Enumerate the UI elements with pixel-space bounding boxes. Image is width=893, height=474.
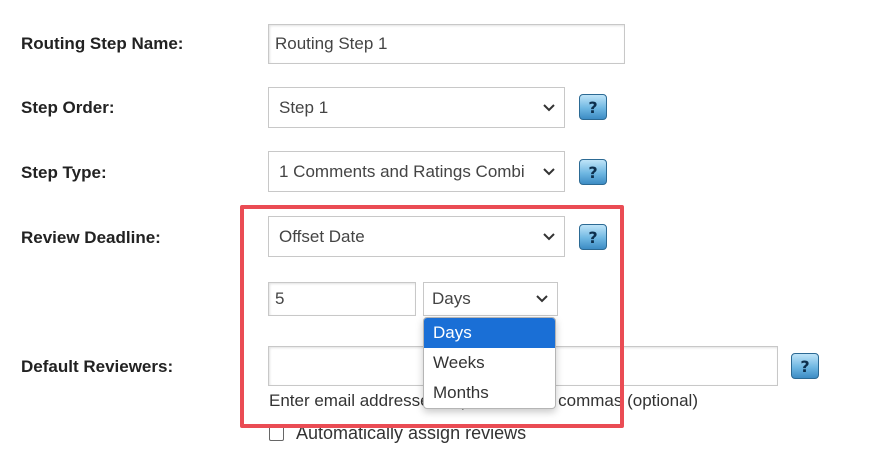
offset-amount-input[interactable]: 5 (268, 282, 416, 316)
step-order-label: Step Order: (21, 98, 115, 117)
offset-unit-dropdown-list: Days Weeks Months (423, 317, 556, 409)
auto-assign-row[interactable]: Automatically assign reviews (269, 423, 526, 444)
chevron-down-icon (543, 167, 555, 175)
auto-assign-label: Automatically assign reviews (296, 423, 527, 443)
review-deadline-select[interactable]: Offset Date (268, 216, 565, 257)
auto-assign-checkbox[interactable] (269, 426, 284, 441)
step-order-help-button[interactable]: ? (579, 94, 607, 120)
routing-step-name-input[interactable]: Routing Step 1 (268, 24, 625, 64)
default-reviewers-help-button[interactable]: ? (791, 353, 819, 379)
chevron-down-icon (536, 295, 548, 303)
step-type-label: Step Type: (21, 163, 107, 182)
chevron-down-icon (543, 232, 555, 240)
review-deadline-value: Offset Date (279, 226, 365, 246)
step-type-value: 1 Comments and Ratings Combi (279, 161, 525, 181)
offset-unit-select[interactable]: Days (423, 282, 558, 316)
offset-unit-option-months[interactable]: Months (424, 378, 555, 408)
offset-unit-value: Days (432, 289, 471, 308)
offset-unit-option-weeks[interactable]: Weeks (424, 348, 555, 378)
step-type-help-button[interactable]: ? (579, 159, 607, 185)
step-order-value: Step 1 (279, 97, 329, 117)
review-deadline-label: Review Deadline: (21, 228, 161, 247)
default-reviewers-label: Default Reviewers: (21, 357, 174, 376)
offset-unit-option-days[interactable]: Days (424, 318, 555, 348)
chevron-down-icon (543, 103, 555, 111)
step-type-select[interactable]: 1 Comments and Ratings Combi (268, 151, 565, 192)
step-order-select[interactable]: Step 1 (268, 87, 565, 128)
review-deadline-help-button[interactable]: ? (579, 224, 607, 250)
routing-step-name-label: Routing Step Name: (21, 34, 184, 53)
routing-step-form: Routing Step Name: Routing Step 1 Step O… (0, 0, 893, 474)
